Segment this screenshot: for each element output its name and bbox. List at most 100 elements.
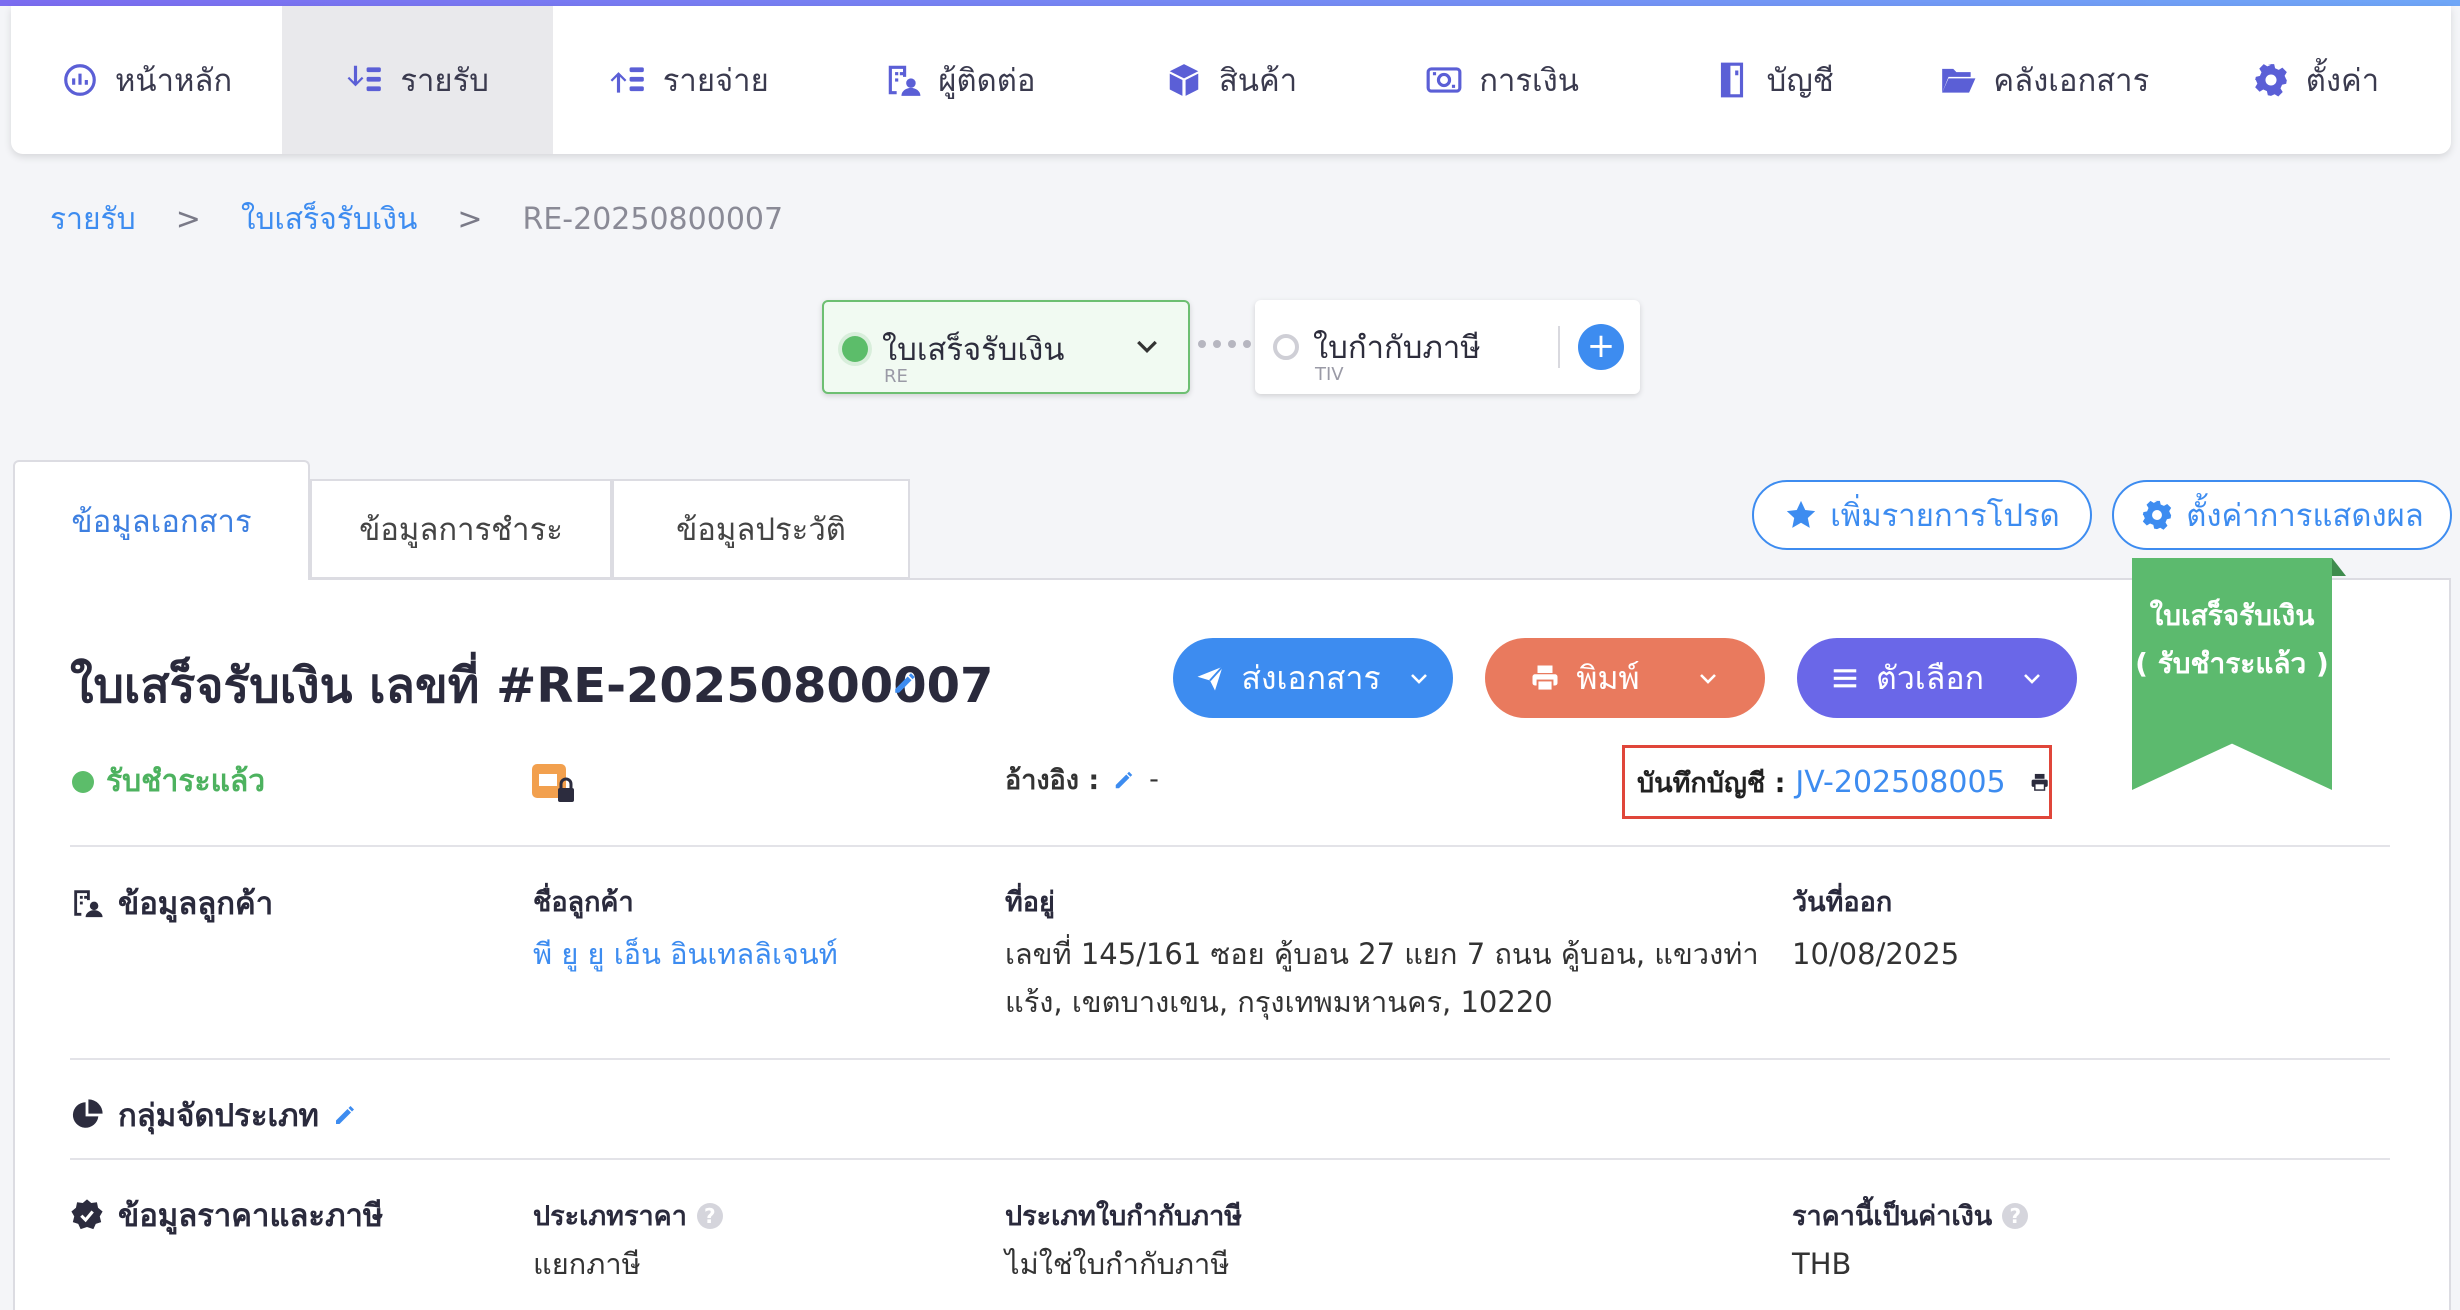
nav-item-products[interactable]: สินค้า [1095, 6, 1366, 154]
chevron-down-icon[interactable] [1696, 666, 1720, 690]
status-dot [1273, 334, 1299, 360]
page-title: ใบเสร็จรับเงิน เลขที่ #RE-20250800007 [70, 658, 994, 714]
nav-item-label: ตั้งค่า [2305, 63, 2380, 99]
address-line-1: เลขที่ 145/161 ซอย คู้บอน 27 แยก 7 ถนน ค… [1005, 937, 1759, 971]
price-type-label-text: ประเภทราคา [533, 1201, 687, 1232]
nav-item-settings[interactable]: ตั้งค่า [2180, 6, 2451, 154]
price-type-label: ประเภทราคา ? [533, 1194, 723, 1237]
edit-pencil-icon[interactable] [1113, 769, 1135, 791]
journal-label: บันทึกบัญชี : [1637, 767, 1786, 799]
print-button[interactable]: พิมพ์ [1485, 638, 1765, 718]
edit-pencil-icon[interactable] [892, 670, 918, 696]
printer-icon [1532, 665, 1558, 692]
printer-icon[interactable] [2030, 765, 2049, 799]
tab-document-info[interactable]: ข้อมูลเอกสาร [13, 460, 310, 580]
customer-section-title: ข้อมูลลูกค้า [70, 878, 273, 928]
product-box-icon [1169, 64, 1199, 96]
chevron-down-icon [1410, 674, 1427, 684]
edit-pencil-icon[interactable] [333, 1103, 357, 1127]
issue-date-value: 10/08/2025 [1792, 937, 1960, 971]
ribbon-fold [2332, 558, 2346, 576]
nav-item-label: รายรับ [400, 63, 489, 99]
options-button[interactable]: ตัวเลือก [1797, 638, 2077, 718]
gear-icon [2254, 64, 2287, 97]
money-icon [1426, 67, 1462, 93]
ledger-book-icon [1720, 62, 1743, 98]
contacts-icon [74, 890, 103, 918]
dashboard-icon [64, 64, 96, 96]
breadcrumb-income[interactable]: รายรับ [50, 196, 136, 243]
send-document-label: ส่งเอกสาร [1241, 658, 1381, 697]
nav-item-label: ผู้ติดต่อ [938, 63, 1036, 99]
journal-entry-highlight: บันทึกบัญชี : JV-202508005 [1622, 745, 2052, 819]
nav-item-home[interactable]: หน้าหลัก [11, 6, 282, 154]
section-divider [70, 1158, 2390, 1160]
status-badge: รับชำระแล้ว [72, 758, 265, 805]
menu-lines-icon [1833, 669, 1857, 688]
flow-connector [1198, 340, 1251, 348]
nav-item-finance[interactable]: การเงิน [1367, 6, 1638, 154]
add-favorite-label: เพิ่มรายการโปรด [1830, 498, 2060, 534]
nav-item-expense[interactable]: รายจ่าย [553, 6, 824, 154]
income-icon [347, 65, 382, 92]
nav-item-label: บัญชี [1766, 63, 1834, 99]
contacts-icon [889, 65, 921, 96]
nav-item-accounting[interactable]: บัญชี [1638, 6, 1909, 154]
breadcrumb-current: RE-20250800007 [522, 202, 784, 237]
customer-section-label: ข้อมูลลูกค้า [118, 886, 274, 922]
flow-tax-invoice-box[interactable]: ใบกำกับภาษี TIV + [1255, 300, 1640, 394]
breadcrumb-separator: > [457, 202, 483, 237]
status-dot [842, 336, 868, 362]
nav-item-income[interactable]: รายรับ [282, 6, 554, 154]
breadcrumb-receipts[interactable]: ใบเสร็จรับเงิน [241, 196, 418, 243]
issue-date-label: วันที่ออก [1792, 887, 1893, 918]
currency-label: ราคานี้เป็นค่าเงิน ? [1792, 1194, 2029, 1237]
tab-history-info[interactable]: ข้อมูลประวัติ [612, 479, 910, 579]
flow-tax-invoice-code: TIV [1315, 364, 1344, 385]
display-settings-button[interactable]: ตั้งค่าการแสดงผล [2112, 480, 2452, 550]
chevron-down-icon[interactable] [1132, 332, 1162, 362]
pricing-section-label: ข้อมูลราคาและภาษี [118, 1198, 384, 1234]
flow-receipt-box[interactable]: ใบเสร็จรับเงิน RE [822, 300, 1190, 394]
pie-chart-icon [72, 1099, 103, 1128]
flow-receipt-code: RE [884, 366, 908, 387]
journal-link[interactable]: JV-202508005 [1795, 765, 2005, 800]
section-divider [70, 1058, 2390, 1060]
customer-name-label: ชื่อลูกค้า [533, 887, 634, 918]
folder-icon [1942, 68, 1976, 93]
help-icon[interactable]: ? [696, 1202, 723, 1229]
nav-item-label: หน้าหลัก [114, 63, 233, 99]
add-tax-invoice-button[interactable]: + [1578, 324, 1624, 370]
nav-item-label: คลังเอกสาร [1993, 63, 2150, 99]
flow-divider [1558, 326, 1560, 368]
pricing-section-title: ข้อมูลราคาและภาษี [70, 1190, 383, 1240]
section-divider [70, 845, 2390, 847]
nav-item-label: การเงิน [1479, 63, 1579, 99]
display-settings-label: ตั้งค่าการแสดงผล [2186, 498, 2424, 534]
verified-badge-icon [71, 1199, 103, 1230]
tab-payment-info[interactable]: ข้อมูลการชำระ [310, 479, 612, 579]
nav-item-contacts[interactable]: ผู้ติดต่อ [824, 6, 1095, 154]
classification-section-label: กลุ่มจัดประเภท [118, 1098, 319, 1134]
reference-value: - [1149, 764, 1159, 795]
nav-item-documents[interactable]: คลังเอกสาร [1909, 6, 2180, 154]
customer-name-link[interactable]: พี ยู ยู เอ็น อินเทลลิเจนท์ [533, 930, 838, 978]
help-icon[interactable]: ? [2002, 1202, 2029, 1229]
ribbon-line-2: ( รับชำระแล้ว ) [2135, 647, 2329, 680]
expense-icon [610, 67, 644, 93]
breadcrumb: รายรับ > ใบเสร็จรับเงิน > RE-20250800007 [50, 196, 783, 243]
reference-label: อ้างอิง : [1005, 765, 1100, 796]
price-type-value: แยกภาษี [533, 1247, 641, 1281]
currency-value: THB [1792, 1247, 1852, 1281]
breadcrumb-separator: > [175, 202, 201, 237]
address-line-2: แร้ง, เขตบางเขน, กรุงเทพมหานคร, 10220 [1005, 985, 1553, 1019]
status-text: รับชำระแล้ว [106, 764, 266, 799]
address-value: เลขที่ 145/161 ซอย คู้บอน 27 แยก 7 ถนน ค… [1005, 930, 1759, 1026]
tax-invoice-type-label: ประเภทใบกำกับภาษี [1005, 1201, 1243, 1232]
send-document-button[interactable]: ส่งเอกสาร [1173, 638, 1453, 718]
add-favorite-button[interactable]: เพิ่มรายการโปรด [1752, 480, 2092, 550]
main-nav: หน้าหลัก รายรับ รายจ่าย ผู้ติดต่อ สินค้า… [11, 6, 2451, 154]
ribbon-line-1: ใบเสร็จรับเงิน [2149, 599, 2315, 632]
address-label: ที่อยู่ [1005, 887, 1055, 918]
options-label: ตัวเลือก [1876, 658, 1984, 697]
